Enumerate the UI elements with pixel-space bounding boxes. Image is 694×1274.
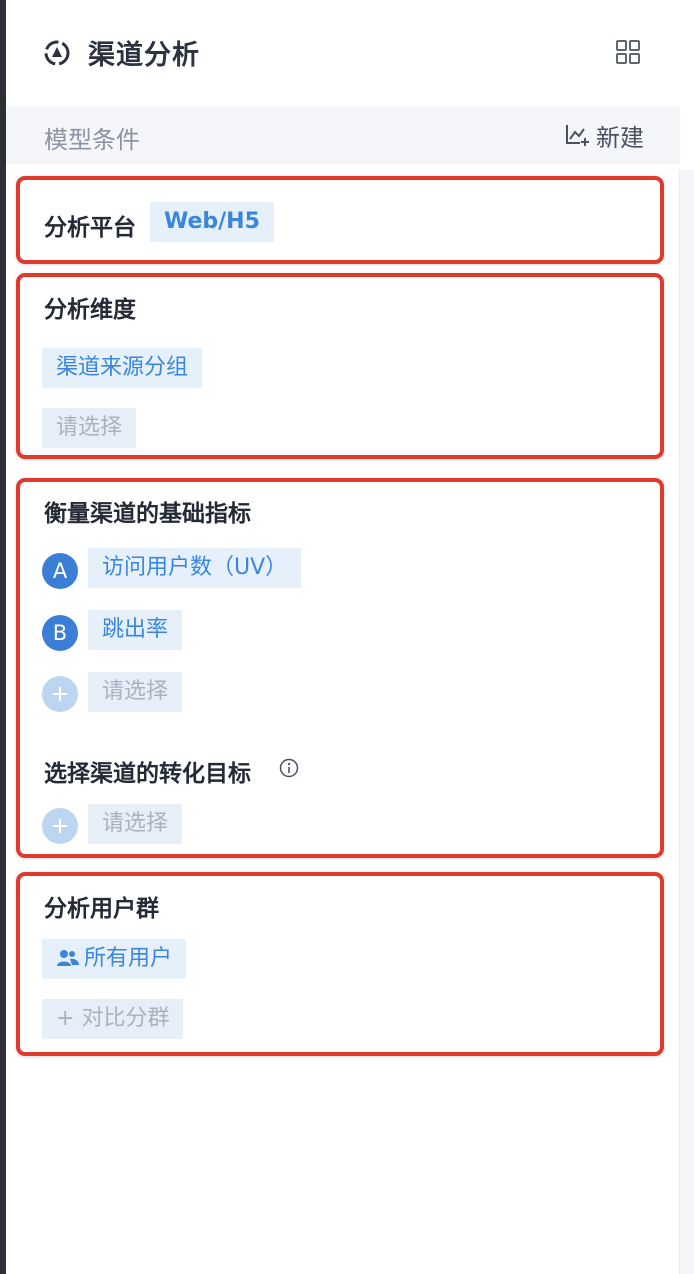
compare-group-label: 对比分群 (81, 1006, 170, 1031)
dimension-title: 分析维度 (44, 297, 136, 323)
plus-icon (53, 687, 67, 701)
panel-header: 渠道分析 (6, 0, 680, 106)
info-icon[interactable] (279, 758, 299, 778)
user-group-title: 分析用户群 (44, 896, 159, 922)
dimension-section: 分析维度 渠道来源分组 请选择 (16, 273, 664, 459)
scrollbar-track[interactable] (679, 170, 694, 1274)
goal-title: 选择渠道的转化目标 (44, 761, 251, 787)
model-conditions-label: 模型条件 (44, 126, 140, 154)
add-metric-button[interactable] (42, 676, 78, 712)
metric-badge-a: A (42, 553, 78, 589)
metric-select[interactable]: 请选择 (88, 672, 183, 712)
chart-add-icon (566, 125, 589, 146)
model-conditions-bar: 模型条件 新建 (6, 106, 680, 164)
new-model-button[interactable]: 新建 (564, 120, 644, 152)
new-model-label: 新建 (596, 123, 644, 152)
dimension-select[interactable]: 请选择 (42, 408, 137, 448)
metric-tag[interactable]: 访问用户数（UV） (88, 548, 302, 588)
all-users-label: 所有用户 (84, 946, 173, 971)
metrics-section: 衡量渠道的基础指标 A 访问用户数（UV） B 跳出率 请选择 选择渠道的转化目… (16, 478, 664, 858)
dimension-tag[interactable]: 渠道来源分组 (42, 348, 203, 388)
plus-icon: + (56, 1006, 75, 1031)
chart-analysis-logo-icon (44, 40, 70, 66)
all-users-tag[interactable]: 所有用户 (42, 939, 187, 979)
platform-section: 分析平台 Web/H5 (16, 176, 664, 264)
metric-tag[interactable]: 跳出率 (88, 610, 183, 650)
goal-select[interactable]: 请选择 (88, 804, 183, 844)
platform-select[interactable]: Web/H5 (150, 202, 274, 242)
plus-icon (53, 819, 67, 833)
compare-group-button[interactable]: + 对比分群 (42, 999, 184, 1039)
metrics-title: 衡量渠道的基础指标 (44, 501, 251, 527)
page-title: 渠道分析 (88, 40, 200, 71)
user-group-section: 分析用户群 所有用户 + 对比分群 (16, 872, 664, 1056)
users-icon (57, 950, 79, 966)
platform-title: 分析平台 (44, 215, 136, 241)
window-left-edge (0, 0, 6, 1274)
add-goal-button[interactable] (42, 808, 78, 844)
grid-view-icon[interactable] (614, 38, 642, 66)
metric-badge-b: B (42, 615, 78, 651)
